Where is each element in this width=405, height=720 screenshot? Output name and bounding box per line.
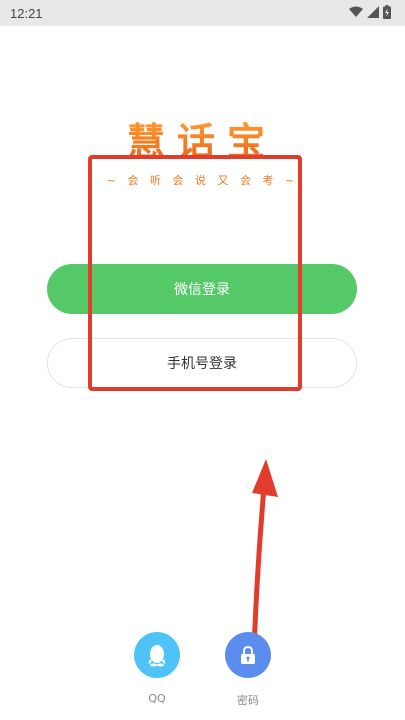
signal-icon xyxy=(367,6,379,18)
status-time: 12:21 xyxy=(10,5,43,21)
annotation-highlight-box xyxy=(88,155,302,391)
qq-login-button[interactable] xyxy=(134,632,180,678)
annotation-arrow xyxy=(251,459,278,653)
qq-login-option[interactable]: QQ xyxy=(134,632,180,705)
battery-icon xyxy=(383,5,391,19)
status-bar: 12:21 xyxy=(0,0,405,26)
lock-icon xyxy=(241,645,255,664)
qq-penguin-icon xyxy=(148,645,166,667)
status-icons xyxy=(349,5,391,19)
qq-login-label: QQ xyxy=(148,692,166,705)
password-login-option[interactable]: 密码 xyxy=(225,632,271,708)
password-login-label: 密码 xyxy=(237,694,259,707)
wifi-icon xyxy=(349,6,363,17)
password-login-button[interactable] xyxy=(225,632,271,678)
